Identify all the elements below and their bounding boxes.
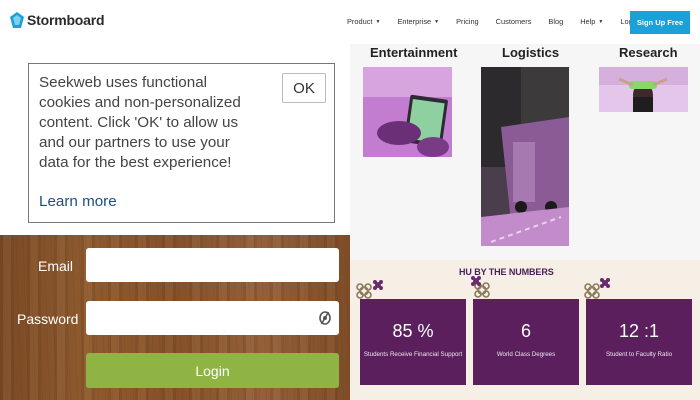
cookie-ok-button[interactable]: OK	[282, 73, 326, 103]
top-nav: Stormboard Product ▼ Enterprise ▼ Pricin…	[0, 0, 700, 44]
nav-blog[interactable]: Blog	[548, 17, 563, 26]
research-image[interactable]	[599, 67, 688, 112]
nav-customers-label: Customers	[495, 17, 532, 26]
cookie-message: Seekweb uses functional cookies and non-…	[39, 74, 241, 171]
caret-down-icon: ▼	[434, 18, 440, 25]
flower-icon	[584, 278, 610, 299]
nav-enterprise-label: Enterprise	[397, 17, 432, 26]
stat-value: 85 %	[392, 321, 434, 341]
nav-links: Product ▼ Enterprise ▼ Pricing Customers…	[347, 17, 648, 26]
truck-road-image-icon	[481, 67, 569, 246]
tablet-hands-image-icon	[363, 67, 452, 157]
caret-down-icon: ▼	[375, 18, 381, 25]
email-label: Email	[38, 258, 74, 274]
caret-down-icon: ▼	[598, 18, 604, 25]
learn-more-link[interactable]: Learn more	[39, 193, 117, 210]
stat-tile-financial-support: 85 % Students Receive Financial Support	[360, 299, 466, 385]
flower-icon	[471, 276, 490, 298]
nav-pricing-label: Pricing	[456, 17, 479, 26]
stat-label: World Class Degrees	[496, 351, 556, 358]
stat-label: Student to Faculty Ratio	[605, 351, 673, 358]
lab-person-image-icon	[599, 67, 688, 112]
entertainment-image[interactable]	[363, 67, 452, 157]
email-field[interactable]	[86, 248, 339, 282]
password-label: Password	[17, 311, 79, 327]
category-title-research: Research	[619, 45, 678, 60]
category-title-entertainment: Entertainment	[370, 45, 458, 60]
stormboard-logo-icon	[10, 12, 24, 28]
eye-slash-icon[interactable]	[318, 311, 332, 325]
nav-product[interactable]: Product ▼	[347, 17, 380, 26]
password-field[interactable]	[86, 301, 339, 335]
nav-help[interactable]: Help ▼	[580, 17, 603, 26]
nav-blog-label: Blog	[548, 17, 564, 26]
login-button[interactable]: Login	[86, 353, 339, 388]
stat-tile-degrees: 6 World Class Degrees	[473, 299, 579, 385]
stat-tile-faculty-ratio: 12 :1 Student to Faculty Ratio	[586, 299, 692, 385]
logistics-image[interactable]	[481, 67, 569, 246]
nav-product-label: Product	[347, 17, 373, 26]
nav-enterprise[interactable]: Enterprise ▼	[397, 17, 439, 26]
stat-value: 6	[520, 321, 531, 341]
logo-text: Stormboard	[27, 12, 105, 28]
stat-value: 12 :1	[618, 321, 660, 341]
stat-label: Students Receive Financial Support	[363, 351, 463, 358]
logo[interactable]: Stormboard	[10, 12, 105, 28]
category-title-logistics: Logistics	[502, 45, 560, 60]
nav-help-label: Help	[580, 17, 596, 26]
sign-up-button[interactable]: Sign Up Free	[630, 11, 690, 34]
nav-pricing[interactable]: Pricing	[456, 17, 479, 26]
cookie-banner: Seekweb uses functional cookies and non-…	[28, 63, 335, 223]
nav-customers[interactable]: Customers	[496, 17, 532, 26]
